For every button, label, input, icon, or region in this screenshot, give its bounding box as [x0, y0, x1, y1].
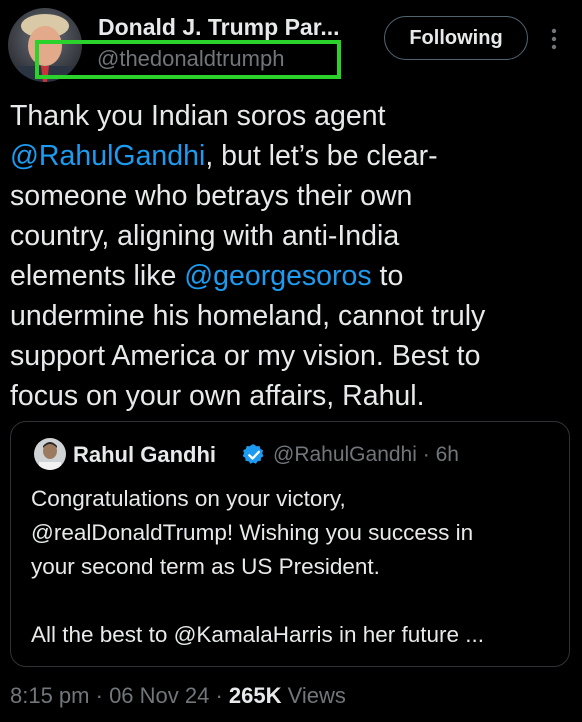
tweet-time[interactable]: 8:15 pm — [10, 683, 90, 708]
tweet-text-line: focus on your own affairs, Rahul. — [10, 376, 576, 416]
tweet: Donald J. Trump Par... @thedonaldtrumph … — [0, 0, 582, 722]
tweet-text-line: Thank you Indian soros agent — [10, 96, 576, 136]
views-label: Views — [281, 683, 346, 708]
author-handle[interactable]: @thedonaldtrumph — [97, 46, 284, 72]
quoted-tweet-text: Congratulations on your victory, @realDon… — [31, 482, 561, 652]
separator-dot: · — [209, 683, 229, 708]
verified-badge-icon — [242, 443, 266, 467]
mention-link[interactable]: @georgesoros — [184, 260, 371, 292]
tweet-text-line: someone who betrays their own — [10, 176, 576, 216]
tweet-text-segment: focus on your own affairs, Rahul. — [10, 380, 425, 412]
tweet-date[interactable]: 06 Nov 24 — [109, 683, 209, 708]
tweet-text-segment: Thank you Indian soros agent — [10, 100, 386, 132]
quoted-text-line: @realDonaldTrump! Wishing you success in — [31, 520, 474, 545]
tweet-text-line: elements like @georgesoros to — [10, 256, 576, 296]
quoted-text-line: All the best to @KamalaHarris in her fut… — [31, 622, 485, 647]
mention-link[interactable]: @RahulGandhi — [10, 140, 205, 172]
tweet-text-segment: , but let’s be clear- — [205, 140, 438, 172]
separator-dot: · — [89, 683, 110, 708]
quoted-tweet[interactable]: Rahul Gandhi @RahulGandhi · 6h Congratul… — [10, 421, 570, 667]
following-button[interactable]: Following — [384, 16, 528, 60]
tweet-text-segment: to — [371, 260, 404, 292]
quoted-author-name[interactable]: Rahul Gandhi — [73, 442, 216, 468]
tweet-text-segment: undermine his homeland, cannot truly — [10, 300, 486, 332]
tweet-text-line: support America or my vision. Best to — [10, 336, 576, 376]
tweet-text-segment: country, aligning with anti-India — [10, 220, 400, 252]
more-vertical-icon[interactable] — [544, 24, 564, 54]
quoted-handle-time: @RahulGandhi · 6h — [273, 443, 459, 466]
tweet-text: Thank you Indian soros agent @RahulGandhi… — [10, 96, 576, 416]
tweet-meta: 8:15 pm · 06 Nov 24 · 265K Views — [10, 683, 346, 709]
quoted-author-avatar[interactable] — [34, 438, 66, 470]
tweet-text-segment: someone who betrays their own — [10, 180, 413, 212]
quoted-text-line: your second term as US President. — [31, 554, 380, 579]
quoted-text-line: Congratulations on your victory, — [31, 486, 346, 511]
tweet-text-line: undermine his homeland, cannot truly — [10, 296, 576, 336]
tweet-text-line: @RahulGandhi, but let’s be clear- — [10, 136, 576, 176]
tweet-text-segment: support America or my vision. Best to — [10, 340, 481, 372]
views-count: 265K — [228, 683, 282, 708]
tweet-text-line: country, aligning with anti-India — [10, 216, 576, 256]
author-name[interactable]: Donald J. Trump Par... — [98, 14, 340, 41]
tweet-text-segment: elements like — [10, 260, 185, 292]
